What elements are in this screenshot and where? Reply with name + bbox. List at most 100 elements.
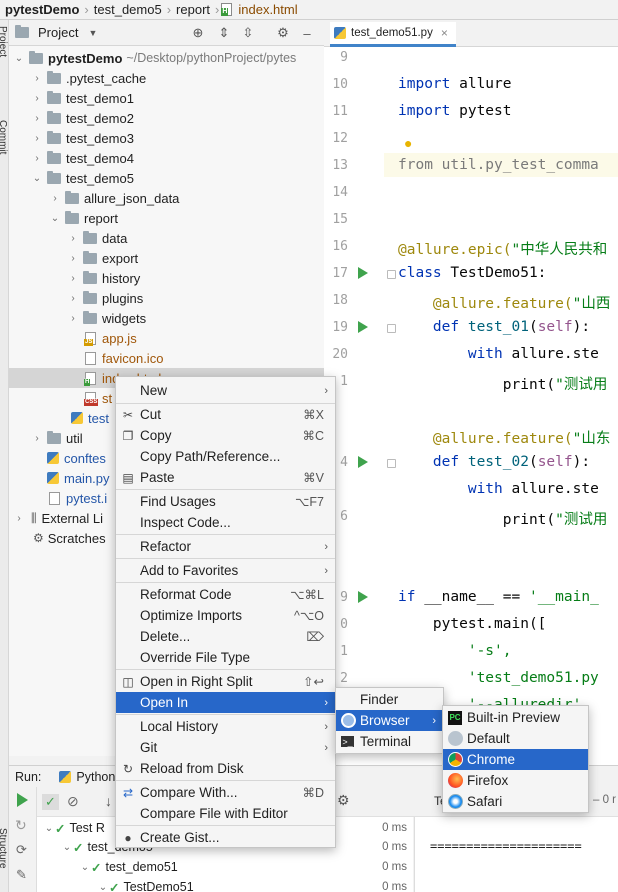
tree-item[interactable]: › test_demo1	[9, 88, 324, 108]
chevron-right-icon[interactable]: ›	[31, 433, 43, 444]
tree-item[interactable]: › test_demo2	[9, 108, 324, 128]
menu-item-reload-from-disk[interactable]: ↻ Reload from Disk	[116, 758, 335, 779]
run-gutter-icon[interactable]	[358, 267, 368, 279]
collapse-all-icon[interactable]: ⇳	[239, 24, 257, 42]
run-gutter-icon[interactable]	[358, 591, 368, 603]
menu-item-default-browser[interactable]: Default	[443, 728, 588, 749]
menu-item-delete[interactable]: Delete... ⌦	[116, 626, 335, 647]
menu-item-browser[interactable]: Browser ›	[336, 710, 443, 731]
editor-tab-test-demo51[interactable]: test_demo51.py ×	[330, 22, 456, 47]
chevron-down-icon[interactable]: ⌄	[43, 823, 55, 834]
show-ignored-icon[interactable]: ⊘	[67, 793, 79, 810]
test-row[interactable]: ⌄ ✓ test_demo51 0 ms	[37, 857, 413, 877]
hide-panel-icon[interactable]: –	[298, 24, 316, 42]
run-gutter-icon[interactable]	[358, 321, 368, 333]
menu-item-cut[interactable]: ✂ Cut ⌘X	[116, 404, 335, 425]
breadcrumb-project[interactable]: pytestDemo	[2, 2, 82, 17]
menu-item-find-usages[interactable]: Find Usages ⌥F7	[116, 491, 335, 512]
code-editor[interactable]: 9 10 11 12 13 14 15 16 17 18 19 20 1 4 6…	[324, 47, 618, 767]
fold-marker[interactable]	[387, 270, 396, 279]
menu-item-inspect-code[interactable]: Inspect Code...	[116, 512, 335, 533]
chevron-right-icon[interactable]: ›	[67, 293, 79, 304]
menu-item-compare-file-with-editor[interactable]: Compare File with Editor	[116, 803, 335, 824]
close-icon[interactable]: ×	[441, 26, 448, 40]
menu-item-firefox[interactable]: Firefox	[443, 770, 588, 791]
run-console[interactable]: =====================	[414, 817, 618, 892]
tree-item[interactable]: › allure_json_data	[9, 188, 324, 208]
chevron-right-icon[interactable]: ›	[31, 73, 43, 84]
menu-item-terminal[interactable]: >_ Terminal	[336, 731, 443, 752]
chevron-right-icon[interactable]: ›	[31, 133, 43, 144]
run-gutter-icon[interactable]	[358, 456, 368, 468]
menu-item-copy-path[interactable]: Copy Path/Reference...	[116, 446, 335, 467]
chevron-right-icon[interactable]: ›	[31, 93, 43, 104]
menu-item-override-file-type[interactable]: Override File Type	[116, 647, 335, 668]
chevron-down-icon[interactable]: ⌄	[13, 53, 25, 64]
lightbulb-icon[interactable]: ●	[404, 135, 412, 151]
commit-tool-tab[interactable]: Commit	[0, 120, 8, 154]
chevron-down-icon[interactable]: ⌄	[79, 862, 91, 873]
tree-item[interactable]: › plugins	[9, 288, 324, 308]
menu-item-reformat-code[interactable]: Reformat Code ⌥⌘L	[116, 584, 335, 605]
expand-all-icon[interactable]: ⇕	[215, 24, 233, 42]
chevron-down-icon[interactable]: ⌄	[61, 842, 73, 853]
chevron-down-icon[interactable]: ⌄	[97, 882, 109, 892]
tree-item[interactable]: › data	[9, 228, 324, 248]
tree-item[interactable]: › test_demo3	[9, 128, 324, 148]
tree-item[interactable]: JS app.js	[9, 328, 324, 348]
menu-item-chrome[interactable]: Chrome	[443, 749, 588, 770]
menu-item-built-in-preview[interactable]: PC Built-in Preview	[443, 707, 588, 728]
rerun-failed-icon[interactable]: ↻	[15, 817, 27, 834]
sort-icon[interactable]: ↓	[105, 793, 112, 809]
tree-item[interactable]: ⌄ test_demo5	[9, 168, 324, 188]
breadcrumb-folder-report[interactable]: report	[173, 2, 213, 17]
tree-item[interactable]: ⌄ report	[9, 208, 324, 228]
chevron-right-icon[interactable]: ›	[49, 193, 61, 204]
chevron-right-icon[interactable]: ›	[67, 233, 79, 244]
menu-item-safari[interactable]: Safari	[443, 791, 588, 812]
show-passed-icon[interactable]: ✓	[42, 794, 59, 810]
project-view-selector[interactable]: Project	[38, 25, 78, 40]
fold-marker[interactable]	[387, 324, 396, 333]
menu-item-open-in-right-split[interactable]: ◫ Open in Right Split ⇧↩	[116, 671, 335, 692]
menu-item-new[interactable]: New ›	[116, 380, 335, 401]
gear-icon[interactable]: ⚙	[274, 24, 292, 42]
wrench-icon[interactable]: ✎	[16, 867, 27, 883]
breadcrumb-file[interactable]: index.html	[235, 2, 300, 17]
menu-item-refactor[interactable]: Refactor ›	[116, 536, 335, 557]
tree-root[interactable]: ⌄ pytestDemo ~/Desktop/pythonProject/pyt…	[9, 48, 324, 68]
locate-icon[interactable]: ⊕	[189, 24, 207, 42]
project-tool-tab[interactable]: Project	[0, 26, 8, 57]
chevron-right-icon[interactable]: ›	[31, 153, 43, 164]
tree-item[interactable]: › .pytest_cache	[9, 68, 324, 88]
menu-item-local-history[interactable]: Local History ›	[116, 716, 335, 737]
menu-item-add-to-favorites[interactable]: Add to Favorites ›	[116, 560, 335, 581]
menu-item-create-gist[interactable]: ● Create Gist...	[116, 827, 335, 848]
fold-marker[interactable]	[387, 459, 396, 468]
chevron-right-icon[interactable]: ›	[67, 253, 79, 264]
tree-item[interactable]: › history	[9, 268, 324, 288]
menu-item-paste[interactable]: ▤ Paste ⌘V	[116, 467, 335, 488]
menu-item-compare-with[interactable]: ⇄ Compare With... ⌘D	[116, 782, 335, 803]
gear-icon[interactable]: ⚙	[337, 792, 350, 809]
chevron-down-icon[interactable]: ▼	[88, 28, 97, 38]
tree-item[interactable]: › widgets	[9, 308, 324, 328]
toggle-auto-test-icon[interactable]: ⟳	[16, 842, 27, 858]
chevron-right-icon[interactable]: ›	[31, 113, 43, 124]
tree-item[interactable]: › test_demo4	[9, 148, 324, 168]
tree-item[interactable]: favicon.ico	[9, 348, 324, 368]
test-row[interactable]: ⌄ ✓ TestDemo51 0 ms	[37, 877, 413, 892]
chevron-right-icon[interactable]: ›	[13, 513, 25, 524]
tree-item[interactable]: › export	[9, 248, 324, 268]
chevron-down-icon[interactable]: ⌄	[49, 213, 61, 224]
chevron-down-icon[interactable]: ⌄	[31, 173, 43, 184]
menu-item-optimize-imports[interactable]: Optimize Imports ^⌥O	[116, 605, 335, 626]
menu-item-copy[interactable]: ❐ Copy ⌘C	[116, 425, 335, 446]
chevron-right-icon[interactable]: ›	[67, 313, 79, 324]
run-config-tab[interactable]: Python	[76, 770, 115, 784]
chevron-right-icon[interactable]: ›	[67, 273, 79, 284]
structure-tool-tab[interactable]: Structure	[0, 828, 8, 869]
menu-item-open-in[interactable]: Open In ›	[116, 692, 335, 713]
rerun-icon[interactable]	[17, 793, 28, 807]
menu-item-git[interactable]: Git ›	[116, 737, 335, 758]
